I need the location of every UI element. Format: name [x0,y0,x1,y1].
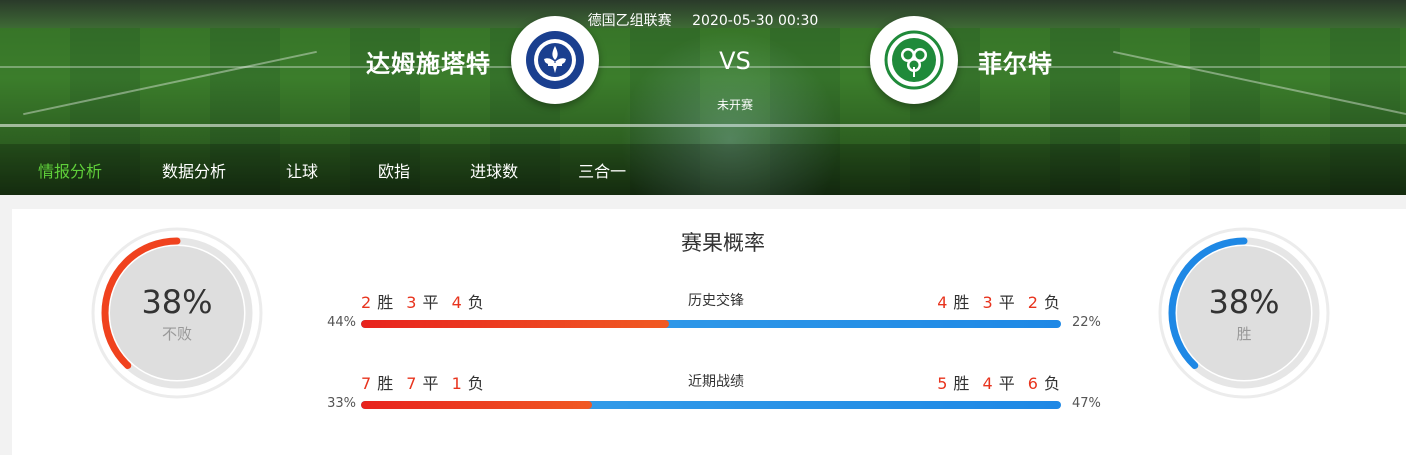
match-status: 未开赛 [716,98,753,112]
home-h2h-percent: 44% [327,315,356,330]
away-h2h-record: 4胜 3平 2负 [937,289,1060,313]
tab-data-analysis[interactable]: 数据分析 [162,158,226,182]
record-wins: 5 [937,374,948,393]
tab-euro-odds[interactable]: 欧指 [378,158,410,182]
versus-label: VS [719,47,751,75]
away-win-ring: 38% 胜 [1158,227,1330,399]
away-h2h-percent: 22% [1072,315,1101,330]
away-ring-label: 胜 [1236,324,1252,343]
record-draws: 3 [982,293,993,312]
match-datetime: 2020-05-30 00:30 [692,13,819,29]
home-unbeaten-ring: 38% 不败 [91,227,263,399]
league-name: 德国乙组联赛 [587,13,672,29]
result-probability-panel: 赛果概率 38% 不败 38% 胜 2胜 3平 4负 历史交锋 4 胜 3 平 … [12,209,1406,455]
away-recent-percent: 47% [1072,396,1101,411]
away-team-logo[interactable] [870,16,958,104]
record-wins: 4 [937,293,948,312]
record-losses: 6 [1027,374,1038,393]
tab-handicap[interactable]: 让球 [286,158,318,182]
home-recent-percent: 33% [327,396,356,411]
record-loss-word: 负 [1043,374,1060,393]
record-losses: 2 [1027,293,1038,312]
away-recent-record: 5胜 4平 6负 [937,370,1060,394]
record-draw-word: 平 [998,293,1015,312]
recent-progress-bar [361,401,1061,409]
record-draw-word: 平 [998,374,1015,393]
tab-three-in-one[interactable]: 三合一 [578,158,626,182]
recent-home-fill [361,401,592,409]
away-team-name[interactable]: 菲尔特 [978,44,1053,79]
match-header: 德国乙组联赛 2020-05-30 00:30 达姆施塔特 VS 未开赛 菲尔特… [0,0,1406,195]
record-loss-word: 负 [1043,293,1060,312]
record-draws: 4 [982,374,993,393]
home-ring-text: 38% 不败 [91,227,263,399]
home-ring-label: 不败 [161,324,192,343]
record-win-word: 胜 [953,374,970,393]
tab-intel-analysis[interactable]: 情报分析 [38,158,102,182]
away-ring-percent: 38% [1208,282,1280,321]
h2h-progress-bar [361,320,1061,328]
record-win-word: 胜 [953,293,970,312]
analysis-tabs: 情报分析 数据分析 让球 欧指 进球数 三合一 [38,158,686,182]
match-meta: 德国乙组联赛 2020-05-30 00:30 [0,10,1406,30]
h2h-home-fill [361,320,669,328]
tab-total-goals[interactable]: 进球数 [470,158,518,182]
clover-crest-icon [884,30,944,90]
away-ring-text: 38% 胜 [1158,227,1330,399]
home-ring-percent: 38% [141,282,213,321]
